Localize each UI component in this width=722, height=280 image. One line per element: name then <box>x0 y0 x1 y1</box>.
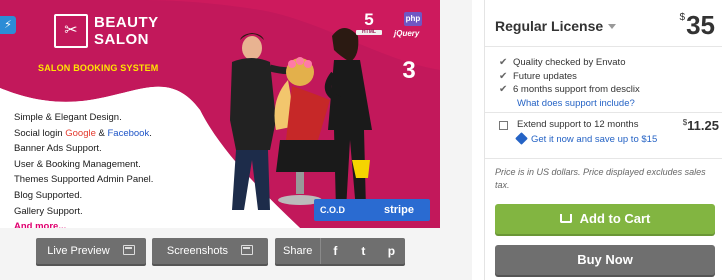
check-icon: ✔ <box>499 70 508 82</box>
codeigniter-icon: 3 <box>402 57 416 84</box>
extend-support-checkbox[interactable] <box>499 121 508 130</box>
html5-label: HTML <box>356 30 382 35</box>
feature-item: Simple & Elegant Design. <box>14 112 122 123</box>
extend-price-value: 11.25 <box>687 118 719 133</box>
banner-tagline: SALON BOOKING SYSTEM <box>38 63 159 73</box>
stripe-badge: stripe <box>384 204 414 216</box>
social-suffix: . <box>149 127 152 139</box>
window-icon <box>122 245 135 255</box>
pinterest-share-icon[interactable]: p <box>377 238 405 264</box>
feature-item: Gallery Support. <box>14 205 83 217</box>
share-group: Share f t p <box>275 238 406 264</box>
feature-item: Banner Ads Support. <box>14 143 102 155</box>
banner-brand: BEAUTY SALON <box>94 14 159 48</box>
social-prefix: Social login <box>14 127 66 139</box>
purchase-panel: Regular License $35 ✔ Quality checked by … <box>484 0 722 280</box>
featured-lightning-icon: ⚡ <box>0 16 16 34</box>
included-item-text: Quality checked by Envato <box>513 57 626 68</box>
divider <box>485 112 722 113</box>
live-preview-label: Live Preview <box>47 245 110 257</box>
included-item: ✔ Future updates <box>499 70 640 84</box>
html5-icon: 5 HTML <box>356 11 382 35</box>
license-name[interactable]: Regular License <box>495 18 617 34</box>
twitter-share-icon[interactable]: t <box>349 238 377 264</box>
check-icon: ✔ <box>499 57 508 68</box>
included-list: ✔ Quality checked by Envato ✔ Future updat… <box>499 56 640 110</box>
feature-item: Blog Supported. <box>14 189 83 201</box>
save-text: Get it now and save up to $15 <box>531 134 658 145</box>
brand-line-2: SALON <box>94 31 149 48</box>
buy-now-button[interactable]: Buy Now <box>495 245 715 275</box>
feature-item: Themes Supported Admin Panel. <box>14 174 154 186</box>
screenshots-label: Screenshots <box>166 245 229 257</box>
item-preview-panel: ⚡ ✂ BEAUTY SALON SALON BOOKING SYSTEM Si… <box>0 0 472 280</box>
price-value: 35 <box>686 10 715 40</box>
chevron-down-icon <box>608 24 617 29</box>
jquery-icon: jQuery <box>394 29 420 38</box>
license-price: $35 <box>680 10 715 41</box>
salon-logo-icon: ✂ <box>54 14 88 48</box>
license-selector[interactable]: Regular License $35 <box>495 8 715 44</box>
included-item-text: Future updates <box>513 70 577 82</box>
license-label: Regular License <box>495 18 604 34</box>
extend-support-label[interactable]: Extend support to 12 months <box>517 119 638 130</box>
feature-item-social-login: Social login Google & Facebook. <box>14 126 204 142</box>
php-icon: php <box>404 12 422 26</box>
tag-icon <box>515 132 528 145</box>
check-icon: ✔ <box>499 84 508 95</box>
feature-more: And more... <box>14 221 67 228</box>
item-preview-banner[interactable]: ⚡ ✂ BEAUTY SALON SALON BOOKING SYSTEM Si… <box>0 0 440 228</box>
html5-number: 5 <box>364 10 374 29</box>
feature-list: Simple & Elegant Design. Social login Go… <box>14 110 204 228</box>
live-preview-button[interactable]: Live Preview <box>36 238 146 264</box>
extend-support-save-link[interactable]: Get it now and save up to $15 <box>515 132 658 145</box>
add-to-cart-label: Add to Cart <box>579 211 651 226</box>
share-label: Share <box>275 238 322 264</box>
social-amp: & <box>95 127 108 139</box>
image-icon <box>241 245 254 255</box>
included-item: ✔ Quality checked by Envato <box>499 56 640 70</box>
extend-support-price: $11.25 <box>683 118 719 133</box>
cod-badge: C.O.D <box>320 205 346 215</box>
brand-line-1: BEAUTY <box>94 14 159 31</box>
preview-toolbar: Live Preview Screenshots Share f t p <box>0 238 472 268</box>
screenshots-button[interactable]: Screenshots <box>152 238 268 264</box>
social-facebook: Facebook <box>107 127 150 139</box>
divider <box>485 46 722 47</box>
cart-icon <box>559 214 572 223</box>
facebook-share-icon[interactable]: f <box>321 238 349 264</box>
currency-symbol: $ <box>679 12 686 23</box>
social-google: Google <box>65 127 96 139</box>
included-item-text: 6 months support from desclix <box>513 84 640 95</box>
divider <box>485 158 722 159</box>
support-info-link[interactable]: What does support include? <box>517 97 640 110</box>
included-item: ✔ 6 months support from desclix <box>499 83 640 97</box>
add-to-cart-button[interactable]: Add to Cart <box>495 204 715 234</box>
price-note: Price is in US dollars. Price displayed … <box>495 167 706 190</box>
feature-item: User & Booking Management. <box>14 158 141 170</box>
